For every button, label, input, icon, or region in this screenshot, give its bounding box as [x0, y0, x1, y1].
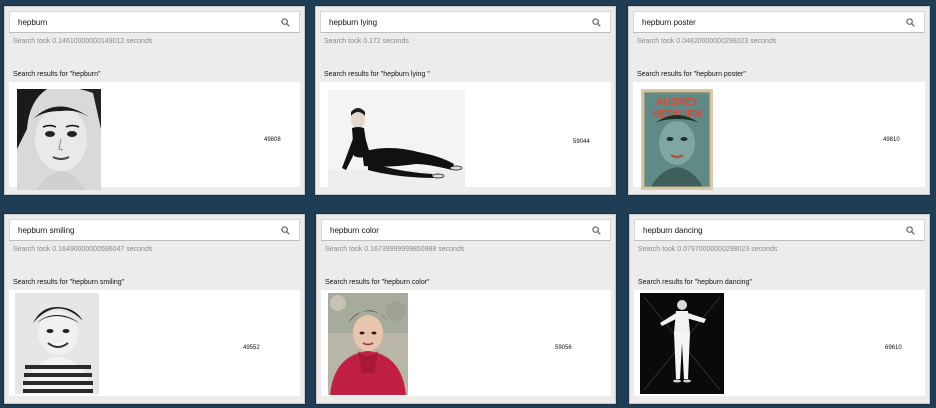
search-query-rest: lying [358, 17, 378, 27]
search-icon[interactable] [590, 16, 602, 28]
search-icon[interactable] [279, 224, 291, 236]
search-icon[interactable] [904, 16, 916, 28]
search-query-keyword: hepburn [18, 225, 48, 235]
search-input[interactable]: hepburn smiling [9, 219, 300, 241]
search-query-rest: dancing [672, 225, 703, 235]
search-timing: Search took 0.04820000000298023 seconds [637, 38, 777, 45]
result-id: 49552 [243, 345, 260, 351]
result-image-dancing[interactable] [640, 293, 724, 394]
search-icon[interactable] [904, 224, 916, 236]
search-timing: Search took 0.07970000000298023 seconds [638, 246, 778, 253]
search-panel-5: hepburn color Search took 0.167399999998… [316, 214, 616, 404]
search-icon[interactable] [279, 16, 291, 28]
search-query-rest: color [359, 225, 379, 235]
result-image-reclining[interactable] [328, 90, 465, 192]
results-label: Search results for "hepburn poster" [637, 71, 746, 78]
search-panel-1: hepburn Search took 0.14610000000149012 … [4, 6, 305, 195]
search-panel-3: hepburn poster Search took 0.04820000000… [628, 6, 930, 195]
search-query-keyword: hepburn [330, 225, 360, 235]
search-query-rest: smiling [47, 225, 75, 235]
search-input[interactable]: hepburn poster [633, 11, 925, 33]
search-input[interactable]: hepburn color [321, 219, 611, 241]
results-label: Search results for "hepburn lying " [324, 71, 430, 78]
search-query-rest: poster [671, 17, 696, 27]
search-query-keyword: hepburn [642, 17, 672, 27]
results-label: Search results for "hepburn smiling" [13, 279, 125, 286]
search-input[interactable]: hepburn [9, 11, 300, 33]
result-id: 69610 [885, 345, 902, 351]
result-image-poster[interactable]: AUDREY HEPBURN [641, 89, 713, 190]
results-label: Search results for "hepburn" [13, 71, 101, 78]
search-query-keyword: hepburn [18, 17, 48, 27]
results-list: 49552 [9, 290, 300, 396]
results-label: Search results for "hepburn color" [325, 279, 430, 286]
search-timing: Search took 0.16739999999850988 seconds [325, 246, 465, 253]
search-panel-4: hepburn smiling Search took 0.1649000000… [4, 214, 305, 404]
results-list: 69610 [634, 290, 925, 396]
search-query-keyword: hepburn [329, 17, 359, 27]
search-icon[interactable] [590, 224, 602, 236]
search-panel-6: hepburn dancing Search took 0.0797000000… [629, 214, 930, 404]
result-id: 59044 [573, 139, 590, 145]
results-list: AUDREY HEPBURN 49810 [633, 82, 925, 190]
search-input[interactable]: hepburn lying [320, 11, 611, 33]
result-image-color[interactable] [328, 293, 408, 395]
result-id: 49810 [883, 137, 900, 143]
results-list: 59056 [321, 290, 611, 396]
poster-text-line1: AUDREY [656, 97, 699, 108]
results-label: Search results for "hepburn dancing" [638, 279, 752, 286]
search-input[interactable]: hepburn dancing [634, 219, 925, 241]
search-panel-2: hepburn lying Search took 0.172 seconds … [315, 6, 616, 195]
results-list: 49808 [9, 82, 300, 190]
result-image-portrait[interactable] [17, 89, 101, 190]
search-timing: Search took 0.16490000000596047 seconds [13, 246, 153, 253]
result-image-smiling[interactable] [15, 293, 99, 394]
results-list: 59044 [320, 82, 611, 192]
result-id: 59056 [555, 345, 572, 351]
search-timing: Search took 0.14610000000149012 seconds [13, 38, 153, 45]
search-timing: Search took 0.172 seconds [324, 38, 409, 45]
result-id: 49808 [264, 137, 281, 143]
search-query-keyword: hepburn [643, 225, 673, 235]
